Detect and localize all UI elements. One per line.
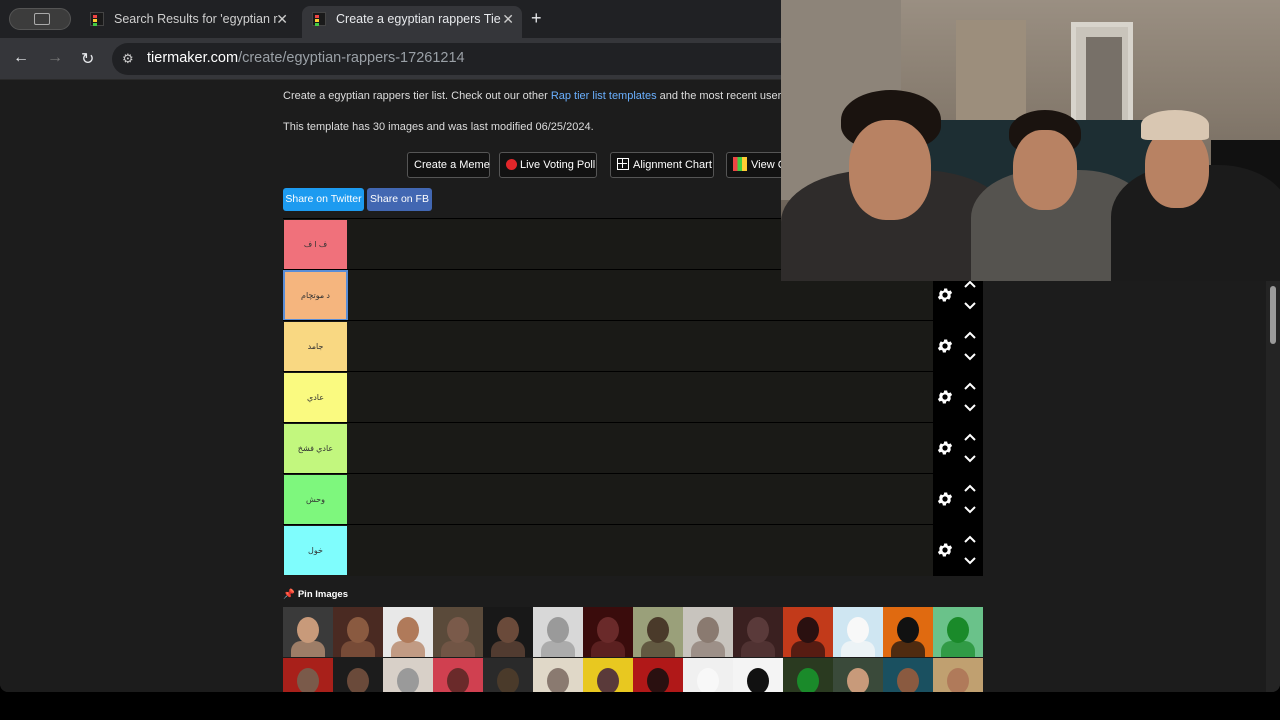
rapper-image[interactable]	[633, 658, 683, 692]
tier-row: عادي	[283, 371, 983, 423]
create-meme-button[interactable]: Create a Meme	[407, 152, 490, 178]
new-tab-icon[interactable]: +	[531, 8, 542, 29]
rapper-image[interactable]	[783, 658, 833, 692]
tiermaker-favicon	[312, 12, 326, 26]
site-settings-icon[interactable]: ⚙	[122, 51, 134, 67]
live-voting-poll-button[interactable]: Live Voting Poll	[499, 152, 597, 178]
tier-label[interactable]: خول	[284, 526, 347, 575]
tier-controls	[933, 525, 983, 576]
tiermaker-favicon	[90, 12, 104, 26]
rapper-image[interactable]	[383, 658, 433, 692]
template-info: This template has 30 images and was last…	[283, 121, 594, 133]
rapper-image[interactable]	[933, 607, 983, 657]
tier-label[interactable]: وحش	[284, 475, 347, 524]
tier-row: جامد	[283, 320, 983, 372]
tier-controls	[933, 372, 983, 423]
tier-label[interactable]: ف ا ف	[284, 220, 347, 269]
tier-drop-zone[interactable]	[348, 474, 933, 525]
gear-icon[interactable]	[936, 439, 954, 457]
move-tier-arrows-icon[interactable]	[963, 278, 977, 312]
bottom-letterbox	[0, 692, 1280, 720]
gear-icon[interactable]	[936, 286, 954, 304]
close-icon[interactable]: ✕	[502, 6, 514, 32]
close-icon[interactable]: ✕	[276, 6, 288, 32]
tier-controls	[933, 423, 983, 474]
grid-icon	[617, 158, 629, 170]
rapper-image[interactable]	[533, 607, 583, 657]
browser-window: Search Results for 'egyptian r ✕ Create …	[0, 0, 1280, 692]
share-facebook-button[interactable]: Share on FB	[367, 188, 432, 211]
rapper-image[interactable]	[583, 607, 633, 657]
template-description: Create a egyptian rappers tier list. Che…	[283, 90, 803, 102]
pin-images-toggle[interactable]: 📌 Pin Images	[283, 589, 348, 600]
rapper-image[interactable]	[433, 607, 483, 657]
rapper-image[interactable]	[483, 607, 533, 657]
rap-templates-link[interactable]: Rap tier list templates	[551, 90, 657, 102]
move-tier-arrows-icon[interactable]	[963, 533, 977, 567]
move-tier-arrows-icon[interactable]	[963, 380, 977, 414]
gear-icon[interactable]	[936, 337, 954, 355]
url-text: tiermaker.com/create/egyptian-rappers-17…	[147, 50, 465, 66]
pin-icon: 📌	[283, 589, 295, 600]
forward-arrow-icon[interactable]: →	[47, 49, 63, 67]
tab-title: Create a egyptian rappers Tie	[336, 12, 501, 26]
rapper-image[interactable]	[483, 658, 533, 692]
rapper-image[interactable]	[683, 607, 733, 657]
record-dot-icon	[506, 159, 517, 170]
tier-row: وحش	[283, 473, 983, 525]
webcam-overlay	[781, 0, 1280, 281]
tier-drop-zone[interactable]	[348, 372, 933, 423]
rapper-image[interactable]	[833, 607, 883, 657]
tab-create-tier-list[interactable]: Create a egyptian rappers Tie ✕	[302, 6, 522, 38]
rapper-image[interactable]	[883, 658, 933, 692]
rapper-image[interactable]	[583, 658, 633, 692]
gear-icon[interactable]	[936, 541, 954, 559]
rapper-image[interactable]	[733, 658, 783, 692]
tier-chart-icon	[733, 157, 747, 171]
move-tier-arrows-icon[interactable]	[963, 431, 977, 465]
share-twitter-button[interactable]: Share on Twitter	[283, 188, 364, 211]
move-tier-arrows-icon[interactable]	[963, 329, 977, 363]
tier-controls	[933, 321, 983, 372]
rapper-image[interactable]	[533, 658, 583, 692]
rapper-image[interactable]	[933, 658, 983, 692]
back-arrow-icon[interactable]: ←	[13, 49, 29, 67]
tier-label[interactable]: عادي	[284, 373, 347, 422]
rapper-image[interactable]	[783, 607, 833, 657]
tier-drop-zone[interactable]	[348, 321, 933, 372]
tier-row: عادي فشخ	[283, 422, 983, 474]
rapper-image[interactable]	[433, 658, 483, 692]
tier-label[interactable]: جامد	[284, 322, 347, 371]
reload-icon[interactable]: ↻	[81, 49, 94, 69]
gear-icon[interactable]	[936, 490, 954, 508]
rapper-image[interactable]	[283, 658, 333, 692]
move-tier-arrows-icon[interactable]	[963, 482, 977, 516]
gear-icon[interactable]	[936, 388, 954, 406]
rapper-image[interactable]	[883, 607, 933, 657]
rapper-image[interactable]	[283, 607, 333, 657]
window-icon	[34, 13, 50, 25]
tab-search-results[interactable]: Search Results for 'egyptian r ✕	[80, 6, 296, 38]
rapper-image[interactable]	[633, 607, 683, 657]
rapper-image[interactable]	[833, 658, 883, 692]
tier-row: خول	[283, 524, 983, 576]
rapper-image[interactable]	[333, 607, 383, 657]
tab-search-button[interactable]	[9, 8, 71, 30]
rapper-image[interactable]	[333, 658, 383, 692]
tier-label[interactable]: د موتچام	[283, 270, 348, 321]
scrollbar-thumb[interactable]	[1270, 286, 1276, 344]
alignment-chart-button[interactable]: Alignment Chart	[610, 152, 714, 178]
image-pool	[283, 607, 983, 692]
tier-drop-zone[interactable]	[348, 525, 933, 576]
tier-drop-zone[interactable]	[348, 423, 933, 474]
rapper-image[interactable]	[683, 658, 733, 692]
tier-label[interactable]: عادي فشخ	[284, 424, 347, 473]
tab-title: Search Results for 'egyptian r	[114, 12, 278, 26]
tier-controls	[933, 474, 983, 525]
rapper-image[interactable]	[383, 607, 433, 657]
rapper-image[interactable]	[733, 607, 783, 657]
